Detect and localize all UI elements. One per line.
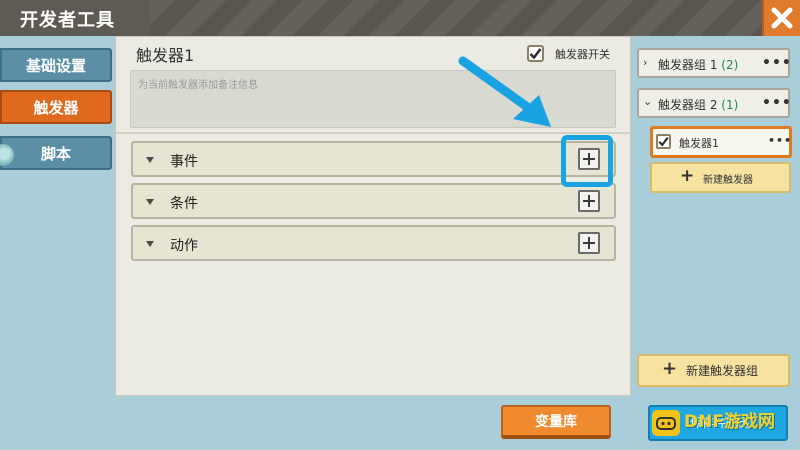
section-conditions[interactable]: [131, 183, 616, 219]
sidebar-item-label: 基础设置: [25, 56, 86, 75]
gamepad-icon: [656, 417, 676, 430]
checkmark-icon: [658, 137, 669, 147]
sidebar-item-label: 脚本: [40, 144, 71, 163]
section-events-label: 事件: [170, 154, 198, 170]
sidebar-item-triggers[interactable]: 触发器: [0, 90, 112, 124]
group-count: (2): [721, 58, 739, 72]
trigger-enabled-checkbox[interactable]: [656, 134, 671, 149]
group-name: 触发器组 1: [658, 58, 718, 72]
add-action-button[interactable]: [578, 232, 600, 254]
trigger-name-title[interactable]: 触发器1: [136, 42, 194, 66]
trigger-group-label: 触发器组 2 (1): [658, 96, 738, 113]
new-group-label: 新建触发器组: [686, 364, 759, 378]
section-actions-label: 动作: [170, 238, 198, 254]
trigger-item-name: 触发器1: [679, 137, 719, 150]
watermark-text: DNF游戏网: [684, 412, 775, 432]
plus-icon: +: [662, 358, 678, 379]
close-button[interactable]: [762, 0, 800, 36]
chevron-right-icon[interactable]: ›: [643, 56, 647, 69]
sidebar-item-scripts[interactable]: 脚本: [0, 136, 112, 170]
sidebar-item-basic-settings[interactable]: 基础设置: [0, 48, 112, 82]
trigger-group-label: 触发器组 1 (2): [658, 56, 738, 73]
chevron-down-icon[interactable]: ⌄: [643, 95, 652, 108]
caret-down-icon[interactable]: [146, 199, 154, 205]
caret-down-icon[interactable]: [146, 157, 154, 163]
variable-library-button[interactable]: 变量库: [501, 405, 611, 439]
trigger-menu-icon[interactable]: •••: [768, 134, 792, 147]
lightbulb-icon: [0, 144, 14, 166]
note-placeholder: 为当前触发器添加备注信息: [138, 80, 258, 91]
section-events[interactable]: [131, 141, 616, 177]
plus-icon: +: [680, 166, 695, 186]
group-name: 触发器组 2: [658, 98, 718, 112]
variable-library-label: 变量库: [535, 414, 577, 430]
new-trigger-label: 新建触发器: [703, 175, 753, 186]
title-bar-pattern: [150, 0, 770, 36]
window-title: 开发者工具: [20, 10, 115, 31]
highlight-frame: [561, 135, 613, 187]
sidebar-item-label: 触发器: [33, 98, 79, 117]
add-condition-button[interactable]: [578, 190, 600, 212]
section-actions[interactable]: [131, 225, 616, 261]
close-x-icon: [771, 7, 793, 29]
section-conditions-label: 条件: [170, 196, 198, 212]
pointer-arrow-icon: [458, 56, 551, 127]
group-menu-icon[interactable]: •••: [762, 55, 792, 71]
caret-down-icon[interactable]: [146, 241, 154, 247]
group-count: (1): [721, 98, 739, 112]
watermark-logo: [652, 410, 680, 436]
group-menu-icon[interactable]: •••: [762, 95, 792, 111]
title-bar: [0, 0, 800, 36]
